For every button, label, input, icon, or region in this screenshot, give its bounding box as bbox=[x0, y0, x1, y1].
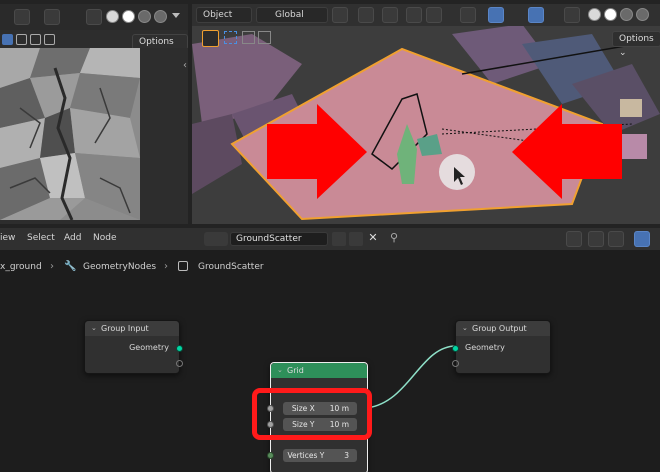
gizmo-icon[interactable] bbox=[488, 7, 504, 23]
fake-user-icon[interactable] bbox=[332, 232, 346, 246]
orientation-label: Global bbox=[275, 10, 304, 20]
falloff-icon[interactable] bbox=[426, 7, 442, 23]
vertices-y-field[interactable]: Vertices Y 3 bbox=[283, 449, 357, 462]
group-input-node[interactable]: ⌄ Group Input Geometry bbox=[84, 320, 183, 374]
snap-settings-icon[interactable] bbox=[608, 231, 624, 247]
parent-node-tree-icon[interactable] bbox=[566, 231, 582, 247]
group-input-header[interactable]: ⌄ Group Input bbox=[85, 321, 179, 336]
3d-viewport-header: Object Global bbox=[192, 4, 660, 26]
breadcrumb-modifier[interactable]: GeometryNodes bbox=[83, 262, 156, 272]
select-mode-icon[interactable] bbox=[242, 31, 255, 44]
options-caret: ⌄ bbox=[619, 48, 627, 58]
orientation-dropdown[interactable]: Global bbox=[256, 7, 328, 23]
box-select-icon[interactable] bbox=[16, 34, 27, 45]
texture-viewport[interactable]: Options ⌄ bbox=[0, 4, 188, 224]
visibility-icon[interactable] bbox=[460, 7, 476, 23]
mode-label: Object bbox=[203, 10, 233, 20]
node-canvas[interactable]: ⌄ Group Input Geometry ⌄ Group Output Ge… bbox=[0, 282, 660, 472]
mode-dropdown[interactable]: Object bbox=[196, 7, 252, 23]
collapse-chevron-icon[interactable]: ⌄ bbox=[462, 321, 468, 336]
node-tree-name: GroundScatter bbox=[236, 234, 302, 244]
options-button[interactable]: Options ⌄ bbox=[612, 31, 660, 58]
breadcrumb-separator-icon: › bbox=[50, 261, 54, 272]
collapse-chevron-icon[interactable]: ⌄ bbox=[277, 363, 283, 378]
snap-icon[interactable] bbox=[358, 7, 374, 23]
overlays-icon[interactable] bbox=[528, 7, 544, 23]
rendered-shading-icon[interactable] bbox=[636, 8, 649, 21]
lasso-icon[interactable] bbox=[44, 34, 55, 45]
group-output-title: Group Output bbox=[472, 324, 527, 333]
node-editor-header: iew Select Add Node GroundScatter ✕ ⚲ bbox=[0, 228, 660, 250]
wrench-icon: 🔧 bbox=[64, 261, 77, 272]
shading-dropdown-icon[interactable] bbox=[172, 13, 180, 18]
menu-view[interactable]: iew bbox=[0, 233, 15, 243]
wireframe-shading-icon[interactable] bbox=[106, 10, 119, 23]
proportional-edit-icon[interactable] bbox=[406, 7, 422, 23]
pin-icon[interactable]: ⚲ bbox=[390, 231, 398, 244]
node-tree-icon bbox=[178, 261, 188, 271]
node-tree-type-icon[interactable] bbox=[204, 232, 228, 246]
menu-add[interactable]: Add bbox=[64, 233, 81, 243]
material-shading-icon[interactable] bbox=[620, 8, 633, 21]
unlink-icon[interactable]: ✕ bbox=[366, 231, 380, 245]
node-tree-name-field[interactable]: GroundScatter bbox=[230, 232, 328, 246]
vertices-y-socket[interactable] bbox=[267, 452, 274, 459]
grid-node-header[interactable]: ⌄ Grid bbox=[271, 363, 367, 378]
options-label: Options bbox=[619, 34, 654, 44]
duplicate-icon[interactable] bbox=[349, 232, 363, 246]
texture-viewport-background bbox=[140, 48, 188, 220]
snap-target-icon[interactable] bbox=[382, 7, 398, 23]
breadcrumb-node-tree[interactable]: GroundScatter bbox=[198, 262, 264, 272]
texture-viewport-header bbox=[0, 4, 188, 30]
rendered-shading-icon[interactable] bbox=[154, 10, 167, 23]
group-output-geometry-label: Geometry bbox=[465, 343, 505, 352]
overlay-toggle-icon[interactable] bbox=[634, 231, 650, 247]
rock-texture-graphic bbox=[0, 48, 140, 220]
overlay-icon[interactable] bbox=[14, 9, 30, 25]
tweak-icon[interactable] bbox=[30, 34, 41, 45]
vertices-y-label: Vertices Y bbox=[287, 451, 325, 460]
pivot-icon[interactable] bbox=[332, 7, 348, 23]
snap-icon[interactable] bbox=[588, 231, 604, 247]
breadcrumb: x_ground › 🔧 GeometryNodes › GroundScatt… bbox=[0, 250, 660, 282]
breadcrumb-separator-icon: › bbox=[164, 261, 168, 272]
group-output-node[interactable]: ⌄ Group Output Geometry bbox=[452, 320, 551, 374]
menu-select[interactable]: Select bbox=[27, 233, 55, 243]
select-mode-icon[interactable] bbox=[2, 34, 13, 45]
red-highlight-box bbox=[252, 388, 372, 440]
box-select-icon[interactable] bbox=[224, 31, 237, 44]
solid-shading-icon[interactable] bbox=[604, 8, 617, 21]
empty-input-socket[interactable] bbox=[452, 360, 459, 367]
group-input-geometry-label: Geometry bbox=[129, 343, 169, 352]
grid-to-output-link bbox=[366, 345, 457, 409]
collapse-chevron-icon[interactable]: ⌄ bbox=[91, 321, 97, 336]
geometry-output-socket[interactable] bbox=[176, 345, 183, 352]
3d-viewport[interactable]: Object Global Options ⌄ bbox=[192, 4, 660, 224]
viewport-shading-icon[interactable] bbox=[44, 9, 60, 25]
select-extend-icon[interactable] bbox=[258, 31, 271, 44]
group-input-title: Group Input bbox=[101, 324, 149, 333]
group-output-header[interactable]: ⌄ Group Output bbox=[456, 321, 550, 336]
grid-node-title: Grid bbox=[287, 366, 304, 375]
options-label: Options bbox=[139, 37, 174, 47]
area-collapse-icon[interactable]: ‹ bbox=[183, 60, 187, 71]
xray-icon[interactable] bbox=[86, 9, 102, 25]
rock-texture-image bbox=[0, 48, 140, 220]
wireframe-shading-icon[interactable] bbox=[588, 8, 601, 21]
empty-output-socket[interactable] bbox=[176, 360, 183, 367]
xray-toggle-icon[interactable] bbox=[564, 7, 580, 23]
select-tool-icon[interactable] bbox=[202, 30, 219, 47]
menu-node[interactable]: Node bbox=[93, 233, 117, 243]
material-shading-icon[interactable] bbox=[138, 10, 151, 23]
vertices-y-value: 3 bbox=[344, 451, 349, 460]
geometry-input-socket[interactable] bbox=[452, 345, 459, 352]
breadcrumb-object[interactable]: x_ground bbox=[0, 262, 42, 272]
solid-shading-icon[interactable] bbox=[122, 10, 135, 23]
